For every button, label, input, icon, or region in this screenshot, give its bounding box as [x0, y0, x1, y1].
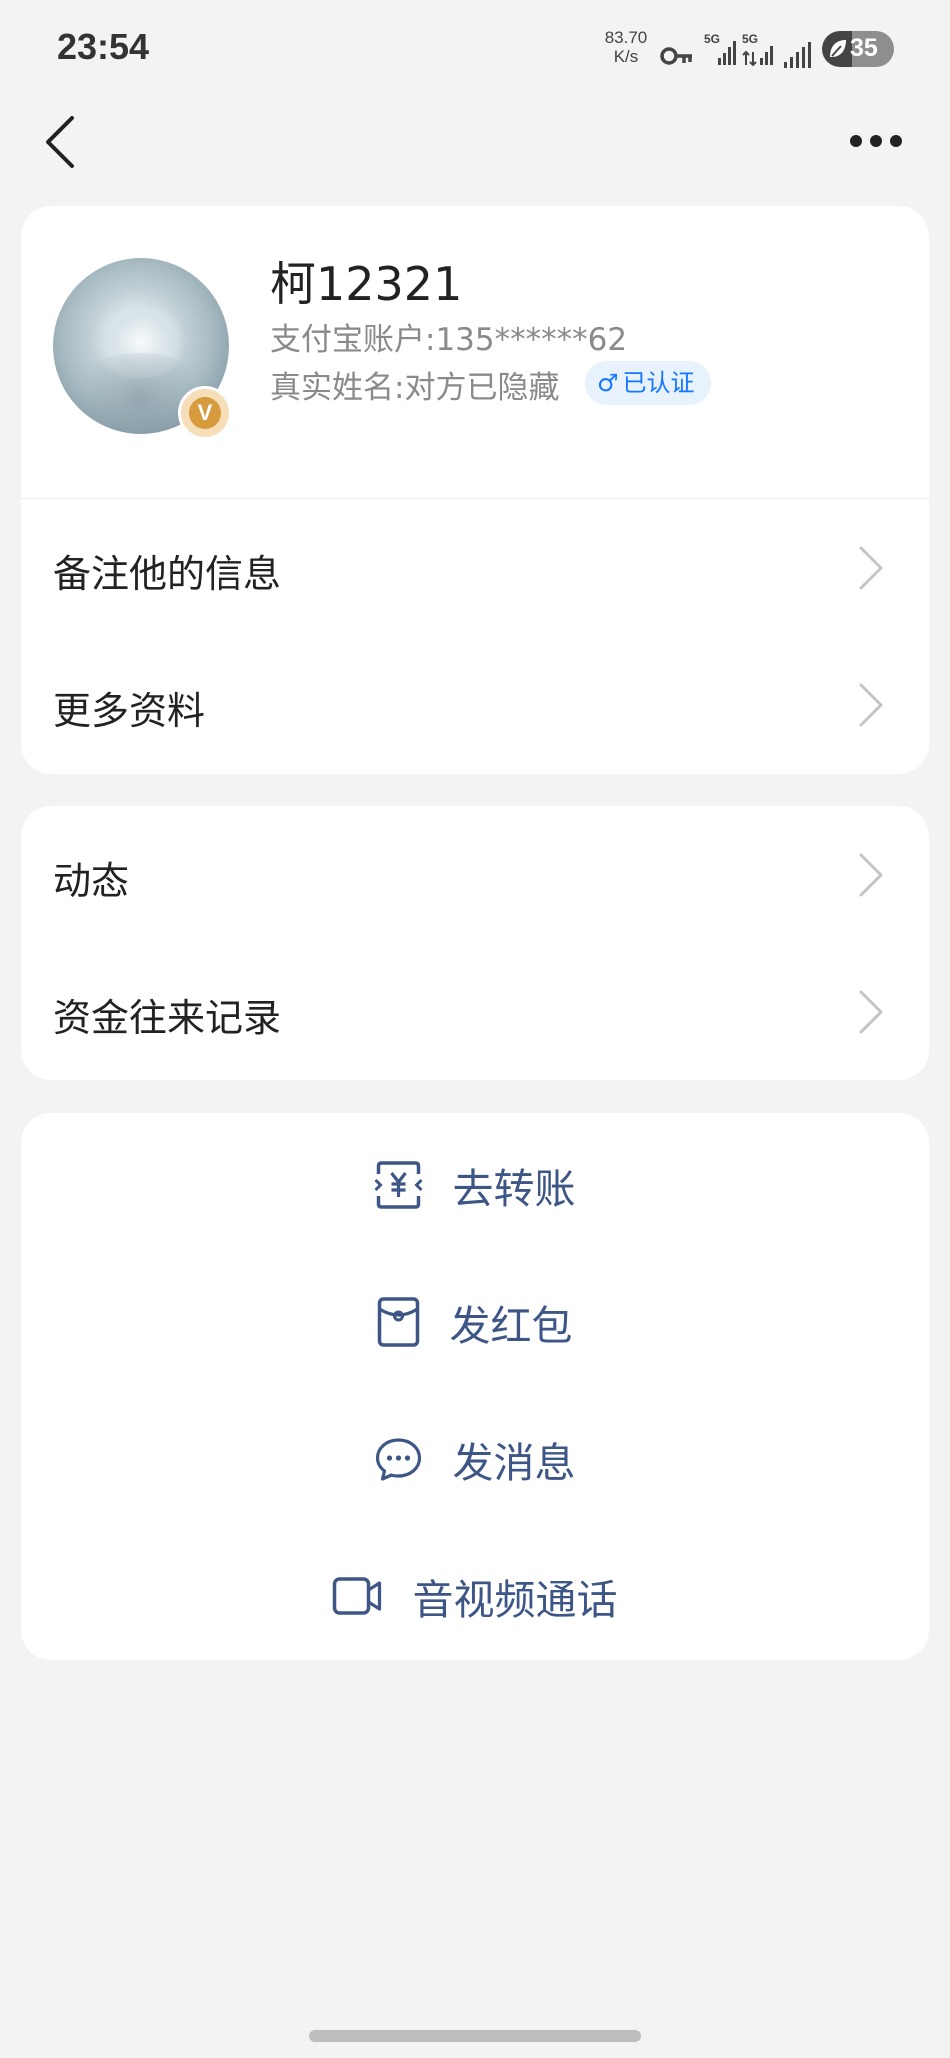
- battery-indicator: 35: [822, 31, 894, 67]
- status-time: 23:54: [57, 26, 150, 67]
- back-arrow-icon: [46, 116, 74, 168]
- home-indicator[interactable]: [309, 2030, 641, 2042]
- chevron-right-icon: [859, 546, 883, 590]
- moments-row[interactable]: 动态: [21, 806, 929, 942]
- signal-5g-data-icon: 5G: [742, 32, 773, 67]
- transfer-yuan-icon: [374, 1161, 423, 1209]
- transfer-label: 去转账: [452, 1165, 576, 1213]
- alipay-account: 支付宝账户:135******62: [270, 322, 628, 358]
- network-type-1: 5G: [704, 32, 720, 46]
- send-message-label: 发消息: [452, 1439, 576, 1487]
- fund-records-label: 资金往来记录: [53, 996, 282, 1040]
- profile-name: 柯12321: [270, 257, 463, 311]
- more-dots-icon: [850, 135, 902, 147]
- real-name: 真实姓名:对方已隐藏: [270, 370, 560, 406]
- signal-bars-icon: [784, 42, 811, 68]
- more-info-label: 更多资料: [53, 689, 206, 733]
- more-info-row[interactable]: 更多资料: [21, 636, 929, 772]
- verified-label: 已认证: [622, 369, 695, 397]
- chevron-right-icon: [859, 853, 883, 897]
- member-badge-icon: V: [178, 386, 232, 440]
- chat-bubble-icon: [375, 1438, 422, 1481]
- status-bar: 23:54 83.70 K/s 5G 5G 35: [0, 0, 950, 100]
- remark-info-label: 备注他的信息: [53, 552, 282, 596]
- red-packet-button[interactable]: 发红包: [21, 1250, 929, 1387]
- av-call-label: 音视频通话: [412, 1576, 618, 1624]
- av-call-button[interactable]: 音视频通话: [21, 1524, 929, 1661]
- red-packet-label: 发红包: [449, 1302, 573, 1350]
- network-speed-unit: K/s: [613, 47, 639, 66]
- network-speed-value: 83.70: [604, 28, 648, 47]
- verified-badge: ♂ 已认证: [585, 361, 711, 405]
- more-options-button[interactable]: [846, 126, 906, 156]
- profile-card: V 柯12321 支付宝账户:135******62 真实姓名:对方已隐藏 ♂ 已…: [21, 206, 929, 774]
- battery-saver-leaf-icon: [830, 40, 846, 57]
- vpn-key-icon: [660, 47, 692, 65]
- network-type-2: 5G: [742, 32, 758, 46]
- male-gender-icon: ♂: [597, 369, 619, 397]
- remark-info-row[interactable]: 备注他的信息: [21, 499, 929, 635]
- activity-card: 动态 资金往来记录: [21, 806, 929, 1080]
- moments-label: 动态: [53, 859, 130, 903]
- transfer-button[interactable]: 去转账: [21, 1113, 929, 1250]
- video-call-icon: [332, 1577, 382, 1615]
- battery-level: 35: [850, 34, 878, 62]
- chevron-right-icon: [859, 990, 883, 1034]
- network-speed: 83.70 K/s: [596, 28, 656, 66]
- chevron-right-icon: [859, 683, 883, 727]
- signal-5g-icon: 5G: [704, 32, 736, 65]
- back-button[interactable]: [42, 114, 82, 170]
- fund-records-row[interactable]: 资金往来记录: [21, 943, 929, 1079]
- actions-card: 去转账 发红包 发消息 音视频通话: [21, 1113, 929, 1660]
- send-message-button[interactable]: 发消息: [21, 1387, 929, 1524]
- red-packet-icon: [377, 1297, 420, 1347]
